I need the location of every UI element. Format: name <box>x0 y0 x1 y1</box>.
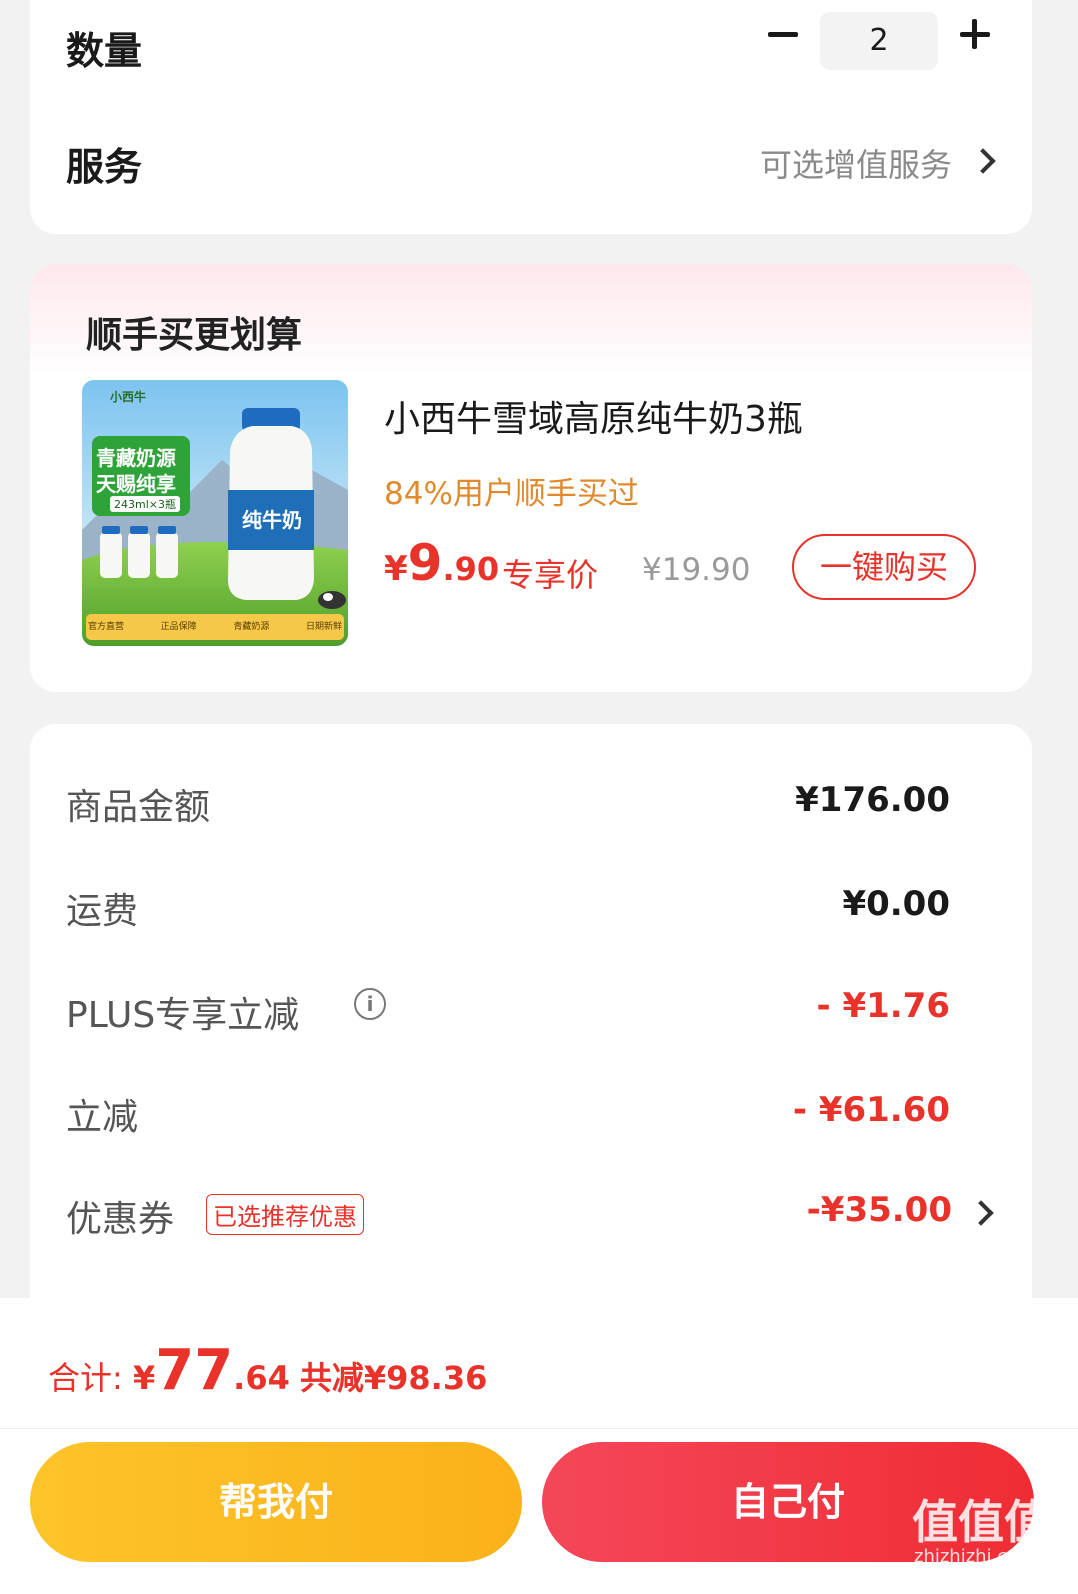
help-me-pay-button[interactable]: 帮我付 <box>30 1442 522 1562</box>
feature-tag: 官方直营 <box>88 622 125 632</box>
divider <box>0 1428 1078 1429</box>
product-name[interactable]: 小西牛雪域高原纯牛奶3瓶 <box>384 390 803 442</box>
shipping-value: ¥0.00 <box>842 884 950 924</box>
product-price: ¥9.90 <box>384 534 499 592</box>
product-badge-line1: 青藏奶源 <box>96 446 176 470</box>
feature-tag: 青藏奶源 <box>233 622 270 632</box>
coupon-selected-tag: 已选推荐优惠 <box>206 1194 364 1235</box>
product-badge-line2: 天赐纯享 <box>96 472 176 496</box>
product-spec: 243ml×3瓶 <box>110 496 180 512</box>
upsell-title: 顺手买更划算 <box>86 315 303 356</box>
price-integer: 9 <box>407 534 443 592</box>
bottle-label: 纯牛奶 <box>242 508 302 532</box>
quantity-decrease-button[interactable] <box>762 14 802 54</box>
feature-tag: 正品保障 <box>160 622 197 632</box>
feature-strip: 官方直营 正品保障 青藏奶源 日期新鲜 <box>88 619 342 632</box>
product-image[interactable]: 小西牛 青藏奶源 天赐纯享 243ml×3瓶 纯牛奶 官方直营 正品保障 青藏奶… <box>82 380 348 646</box>
options-card: 数量 2 服务 可选增值服务 <box>30 0 1032 234</box>
total-symbol: ¥ <box>132 1359 156 1397</box>
original-price: ¥19.90 <box>642 552 751 588</box>
shipping-label: 运费 <box>66 891 139 932</box>
chevron-right-icon[interactable] <box>968 1200 994 1226</box>
coupon-label: 优惠券 <box>66 1199 175 1240</box>
price-symbol: ¥ <box>384 549 408 589</box>
instant-discount-value: - ¥61.60 <box>792 1090 950 1130</box>
plus-discount-value: - ¥1.76 <box>816 986 951 1026</box>
plus-discount-label: PLUS专享立减 <box>66 995 300 1036</box>
exclusive-price-tag: 专享价 <box>502 556 599 594</box>
watermark-logo: 值值值 <box>912 1495 1050 1549</box>
info-icon[interactable]: i <box>354 988 386 1020</box>
price-summary-card: 商品金额 ¥176.00 运费 ¥0.00 PLUS专享立减 i - ¥1.76… <box>30 724 1032 1364</box>
watermark-url: zhizhizhi.com <box>914 1546 1036 1567</box>
instant-discount-label: 立减 <box>66 1097 139 1138</box>
goods-amount-value: ¥176.00 <box>795 780 950 820</box>
total-amount: 合计: ¥77.64 共减¥98.36 <box>48 1338 487 1403</box>
quantity-value[interactable]: 2 <box>820 12 938 70</box>
total-integer: 77 <box>155 1338 234 1403</box>
coupon-value[interactable]: -¥35.00 <box>807 1190 952 1230</box>
goods-amount-label: 商品金额 <box>66 787 211 828</box>
service-label: 服务 <box>66 145 143 189</box>
total-label: 合计: <box>48 1359 133 1397</box>
quantity-label: 数量 <box>66 29 143 73</box>
product-purchase-stat: 84%用户顺手买过 <box>384 476 639 512</box>
total-saved: 共减¥98.36 <box>299 1359 488 1397</box>
quantity-increase-button[interactable] <box>956 14 996 54</box>
chevron-right-icon[interactable] <box>970 148 996 174</box>
product-brand: 小西牛 <box>110 390 147 404</box>
one-click-buy-button[interactable]: 一键购买 <box>792 534 976 600</box>
price-decimal: .90 <box>442 550 500 588</box>
upsell-card: 顺手买更划算 小西牛 青藏奶源 天赐纯享 243ml×3瓶 纯牛奶 官方直营 正… <box>30 264 1032 692</box>
feature-tag: 日期新鲜 <box>305 622 342 632</box>
service-hint[interactable]: 可选增值服务 <box>760 140 952 186</box>
total-decimal: .64 <box>233 1359 290 1397</box>
